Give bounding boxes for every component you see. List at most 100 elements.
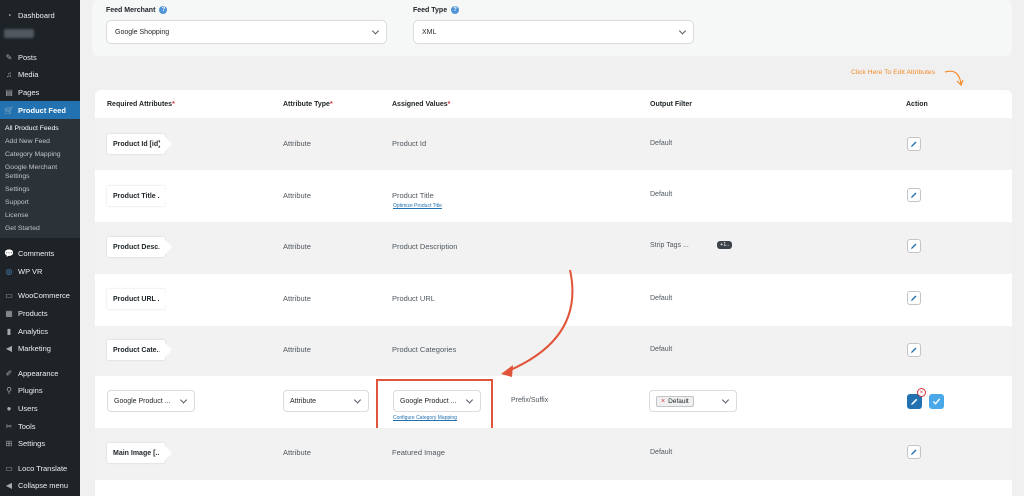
filter-chip-label: Default — [668, 397, 689, 405]
attribute-type-select[interactable]: Attribute — [283, 390, 369, 412]
attribute-type: Attribute — [283, 448, 311, 457]
sidebar-item-collapse[interactable]: ◀ Collapse menu — [0, 477, 80, 495]
sidebar-item-comments[interactable]: 💬 Comments — [0, 245, 80, 263]
table-row — [95, 428, 1012, 480]
edit-button[interactable] — [907, 239, 921, 253]
hint-arrow-icon — [944, 70, 964, 87]
remove-chip-icon[interactable]: × — [661, 398, 665, 405]
pencil-icon — [911, 398, 918, 405]
chevron-down-icon — [721, 396, 730, 404]
sidebar-item-product-feed[interactable]: 🛒 Product Feed — [0, 101, 80, 119]
feed-type-value: XML — [422, 28, 437, 36]
sidebar-item-woocommerce[interactable]: ▭ WooCommerce — [0, 287, 80, 305]
table-row — [95, 222, 1012, 274]
edit-button[interactable] — [907, 445, 921, 459]
attribute-type: Attribute — [283, 345, 311, 354]
header-action: Action — [906, 101, 928, 108]
assigned-value: Product Categories — [392, 345, 457, 354]
attribute-type: Attribute — [283, 139, 311, 148]
sidebar-item-label: Settings — [18, 439, 46, 449]
sidebar-item-label: Media — [18, 70, 39, 80]
feed-type-select[interactable]: XML — [413, 20, 694, 44]
sidebar-item-plugins[interactable]: ⚲ Plugins — [0, 382, 80, 400]
attribute-name: Product Desc... — [107, 237, 165, 257]
highlight-box — [376, 379, 493, 431]
output-filter: Default — [650, 140, 673, 147]
analytics-icon: ▮ — [6, 326, 12, 336]
output-filter-select[interactable]: × Default — [649, 390, 737, 412]
edit-button[interactable] — [907, 137, 921, 151]
prefix-suffix-toggle[interactable]: Prefix/Suffix — [511, 397, 548, 404]
submenu-settings[interactable]: Settings — [0, 183, 80, 196]
output-filter: Strip Tags ... — [650, 242, 689, 249]
feed-type-label: Feed Type ? — [413, 6, 460, 14]
feed-merchant-select[interactable]: Google Shopping — [106, 20, 387, 44]
cancel-edit-icon[interactable]: × — [917, 388, 926, 397]
chevron-down-icon — [353, 396, 362, 404]
table-row — [95, 170, 1012, 222]
output-filter: Default — [650, 346, 673, 353]
edit-attributes-hint: Click Here To Edit Attributes — [851, 69, 936, 76]
dashboard-icon: ◔ — [6, 11, 12, 21]
sidebar-item-label: Appearance — [18, 368, 59, 378]
attribute-select[interactable]: Google Product ... — [107, 390, 195, 412]
sidebar-item-label: Tools — [18, 421, 36, 431]
sidebar-item-label: Marketing — [18, 344, 51, 354]
sidebar-item-label: Dashboard — [18, 11, 55, 21]
attribute-name: Main Image [... — [107, 443, 165, 463]
sidebar-item-label: Plugins — [18, 386, 43, 396]
sidebar-item-settings[interactable]: ⊞ Settings — [0, 435, 80, 453]
sidebar-item-users[interactable]: ● Users — [0, 400, 80, 418]
sidebar-item-loco[interactable]: ▭ Loco Translate — [0, 460, 80, 478]
submenu-get-started[interactable]: Get Started — [0, 222, 80, 235]
attribute-name: Product Title ... — [107, 186, 165, 206]
header-required-text: Required Attributes — [107, 101, 173, 108]
submenu-add-feed[interactable]: Add New Feed — [0, 135, 80, 148]
sidebar-item-label: Collapse menu — [18, 481, 69, 491]
submenu-google-merchant-settings[interactable]: Settings — [0, 172, 80, 183]
attribute-select-value: Google Product ... — [114, 397, 171, 405]
table-row — [95, 118, 1012, 170]
sidebar-item-dashboard[interactable]: ◔ Dashboard — [0, 7, 80, 25]
pencil-icon — [911, 192, 917, 198]
sidebar-item-pages[interactable]: ▤ Pages — [0, 84, 80, 102]
help-icon[interactable]: ? — [159, 6, 168, 14]
optimize-title-link[interactable]: Optimize Product Title — [393, 203, 442, 209]
submenu-category-mapping[interactable]: Category Mapping — [0, 148, 80, 161]
submenu-google-merchant[interactable]: Google Merchant — [0, 161, 80, 172]
sidebar-item-label: Products — [18, 309, 48, 319]
sidebar-item-media[interactable]: ♫ Media — [0, 66, 80, 84]
sidebar-item-tools[interactable]: ✂ Tools — [0, 417, 80, 435]
user-icon: ● — [6, 404, 12, 414]
sidebar-item-label: WP VR — [18, 266, 43, 276]
assigned-value: Product Description — [392, 242, 458, 251]
pencil-icon — [911, 449, 917, 455]
blurred-item — [4, 28, 34, 38]
save-button[interactable] — [929, 394, 944, 409]
edit-button[interactable] — [907, 188, 921, 202]
help-icon[interactable]: ? — [451, 6, 460, 14]
assigned-value: Product URL — [392, 294, 435, 303]
megaphone-icon: ◀ — [5, 344, 13, 354]
edit-button[interactable] — [907, 291, 921, 305]
edit-button[interactable] — [907, 343, 921, 357]
vr-icon: ◎ — [5, 266, 13, 276]
sidebar-item-marketing[interactable]: ◀ Marketing — [0, 340, 80, 358]
sidebar-item-wpvr[interactable]: ◎ WP VR — [0, 263, 80, 281]
sidebar-item-label: Analytics — [18, 326, 49, 336]
sidebar-item-products[interactable]: ▦ Products — [0, 305, 80, 323]
attribute-name: Product URL ... — [107, 289, 165, 309]
sidebar-item-posts[interactable]: ✎ Posts — [0, 49, 80, 67]
submenu-support[interactable]: Support — [0, 196, 80, 209]
chevron-down-icon — [179, 396, 188, 404]
sidebar-item-analytics[interactable]: ▮ Analytics — [0, 322, 80, 340]
comment-icon: 💬 — [4, 249, 14, 259]
header-assigned-text: Assigned Values — [392, 101, 448, 108]
assigned-value: Product Title — [392, 191, 434, 200]
submenu-license[interactable]: License — [0, 209, 80, 222]
submenu-all-feeds[interactable]: All Product Feeds — [0, 122, 80, 135]
woocommerce-icon: ▭ — [5, 291, 13, 301]
pencil-icon — [911, 141, 917, 147]
cart-icon: 🛒 — [4, 105, 14, 115]
sidebar-item-appearance[interactable]: ✐ Appearance — [0, 365, 80, 383]
